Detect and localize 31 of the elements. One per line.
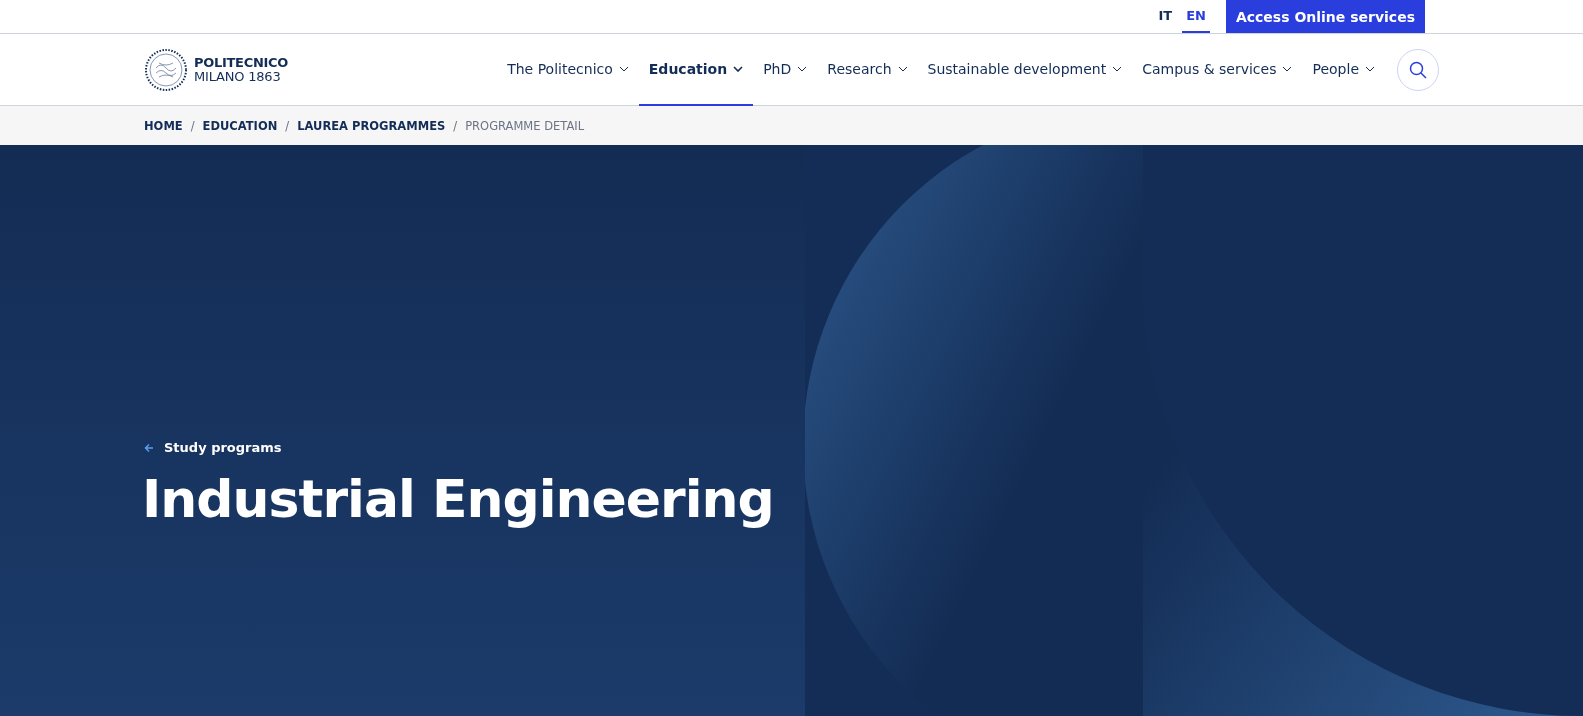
- breadcrumb-link[interactable]: LAUREA PROGRAMMES: [297, 118, 446, 133]
- chevron-down-icon: [897, 66, 908, 72]
- nav-menu-item[interactable]: Research: [817, 34, 918, 106]
- chevron-down-icon: [1112, 66, 1123, 72]
- logo-subtitle: MILANO 1863: [194, 70, 282, 84]
- nav-menu-item[interactable]: Campus & services: [1132, 34, 1303, 106]
- breadcrumb-link[interactable]: HOME: [144, 118, 183, 133]
- nav-menu-item[interactable]: The Politecnico: [497, 34, 639, 106]
- page-title: Industrial Engineering: [142, 469, 774, 529]
- breadcrumb-separator: /: [190, 118, 195, 133]
- logo-seal-icon: [144, 48, 188, 92]
- back-link[interactable]: Study programs: [144, 440, 282, 455]
- language-tab[interactable]: IT: [1154, 0, 1177, 33]
- breadcrumb-current: PROGRAMME DETAIL: [465, 118, 585, 133]
- breadcrumb-separator: /: [453, 118, 458, 133]
- chevron-down-icon: [733, 66, 744, 72]
- breadcrumb-link[interactable]: EDUCATION: [202, 118, 278, 133]
- search-icon: [1408, 60, 1428, 80]
- back-arrow-icon: [144, 442, 154, 453]
- nav-menu-item[interactable]: People: [1302, 34, 1385, 106]
- search-button[interactable]: [1397, 49, 1439, 91]
- language-tab[interactable]: EN: [1182, 0, 1210, 33]
- breadcrumb-separator: /: [285, 118, 290, 133]
- nav-menu-item[interactable]: Sustainable development: [917, 34, 1133, 106]
- nav-menu-item[interactable]: PhD: [753, 34, 818, 106]
- chevron-down-icon: [797, 66, 808, 72]
- online-services-button[interactable]: Access Online services: [1225, 0, 1425, 33]
- chevron-down-icon: [618, 66, 629, 72]
- chevron-down-icon: [1365, 66, 1375, 72]
- logo-name: POLITECNICO: [194, 56, 288, 70]
- chevron-down-icon: [1282, 66, 1293, 72]
